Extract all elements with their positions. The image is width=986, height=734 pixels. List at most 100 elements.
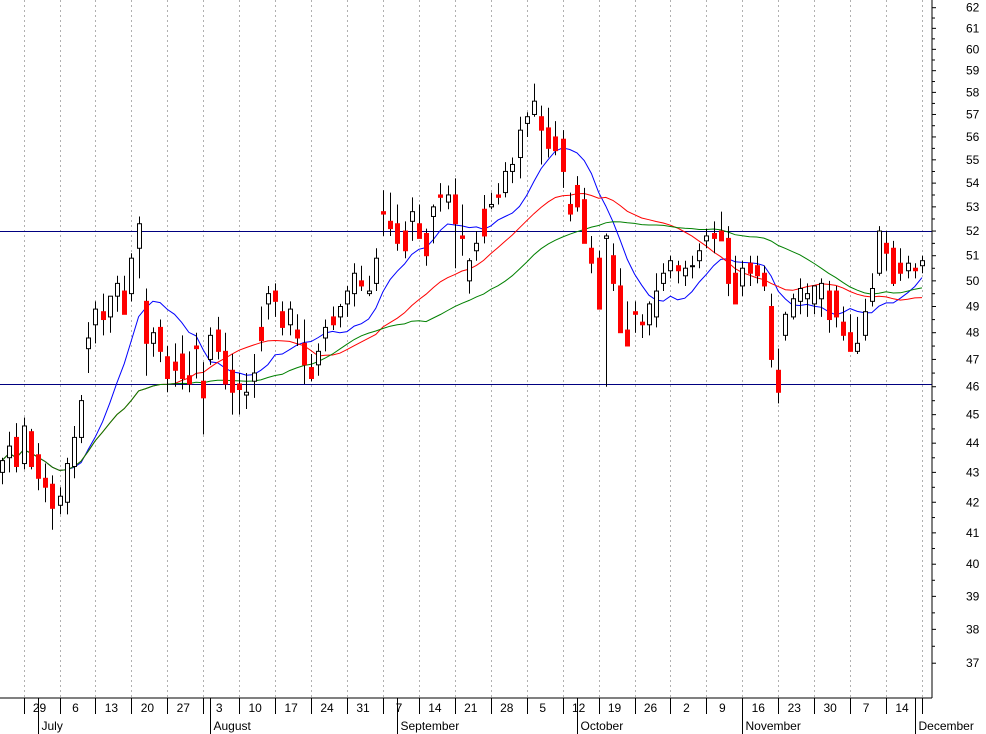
candle-body-down: [237, 383, 242, 390]
x-day-label: 19: [608, 701, 622, 715]
candle-body-down: [50, 483, 55, 509]
candle-body-down: [589, 247, 594, 264]
candle-body-down: [726, 237, 731, 284]
candle-body-up: [65, 463, 70, 503]
x-day-label: 21: [464, 701, 478, 715]
candle-body-down: [539, 116, 544, 131]
candle-body-up: [812, 285, 817, 305]
candle-body-down: [122, 290, 127, 315]
candle-body-up: [352, 272, 357, 295]
x-day-label: 9: [719, 701, 726, 715]
candle-body-up: [374, 257, 379, 284]
y-tick-label: 51: [966, 249, 980, 263]
candle-body-up: [316, 350, 321, 366]
x-day-label: 31: [356, 701, 370, 715]
candle-body-up: [690, 265, 695, 268]
candle-body-up: [93, 308, 98, 326]
x-month-label: December: [919, 719, 974, 733]
candle-body-down: [482, 208, 487, 237]
candle-body-down: [144, 300, 149, 344]
x-day-label: 2: [683, 701, 690, 715]
y-tick-label: 44: [966, 436, 980, 450]
candle-body-up: [244, 391, 249, 396]
candle-body-up: [518, 129, 523, 159]
candle-body-up: [647, 303, 652, 326]
candle-body-down: [834, 290, 839, 318]
y-tick-label: 58: [966, 85, 980, 99]
candle-body-down: [827, 290, 832, 321]
candle-body-down: [553, 136, 558, 152]
candle-body-up: [740, 267, 745, 287]
candle-body-down: [331, 316, 336, 326]
candle-body-up: [431, 206, 436, 217]
x-day-label: 17: [284, 701, 298, 715]
candle-body-up: [704, 235, 709, 242]
x-month-label: October: [581, 719, 624, 733]
y-tick-label: 59: [966, 64, 980, 78]
candle-body-down: [295, 329, 300, 339]
candle-body-down: [597, 257, 602, 310]
candle-body-up: [58, 495, 63, 506]
candle-body-up: [906, 262, 911, 272]
y-tick-label: 56: [966, 130, 980, 144]
candle-body-up: [72, 436, 77, 467]
y-tick-label: 48: [966, 326, 980, 340]
candle-body-up: [467, 260, 472, 282]
x-day-label: 10: [249, 701, 263, 715]
candle-body-down: [848, 332, 853, 352]
candle: [877, 226, 882, 276]
candle-body-down: [14, 436, 19, 467]
y-tick-label: 57: [966, 107, 980, 121]
candle-body-down: [618, 285, 623, 334]
candle-body-down: [568, 203, 573, 215]
x-day-label: 23: [788, 701, 802, 715]
candle-body-up: [474, 242, 479, 252]
candle-body-up: [855, 342, 860, 352]
candle-body-up: [323, 326, 328, 339]
candle-body-down: [158, 326, 163, 352]
candle-body-down: [776, 369, 781, 393]
x-day-label: 26: [644, 701, 658, 715]
candle-body-down: [381, 211, 386, 215]
candle-body-up: [863, 311, 868, 336]
y-axis: 62 61 60 59 58 57 56 55 54 53 52 51 50 49 48 47 46 45 44 43…: [932, 1, 980, 670]
x-month-label: November: [746, 719, 801, 733]
candle-body-down: [43, 477, 48, 488]
plot-background: [0, 0, 932, 698]
x-month-label: September: [401, 719, 460, 733]
candle-body-down: [633, 311, 638, 315]
candle-body-up: [345, 290, 350, 305]
x-day-label: 6: [72, 701, 79, 715]
candle-body-down: [625, 329, 630, 347]
x-day-label: 29: [33, 701, 47, 715]
x-day-label: 5: [539, 701, 546, 715]
candle-body-down: [223, 350, 228, 385]
candle-body-up: [819, 282, 824, 300]
x-day-label: 24: [320, 701, 334, 715]
y-tick-label: 52: [966, 224, 980, 238]
candle-body-down: [173, 361, 178, 371]
x-day-label: 14: [428, 701, 442, 715]
candle-body-down: [769, 306, 774, 360]
candle-body-up: [489, 203, 494, 208]
candle-body-down: [841, 321, 846, 336]
candle-body-down: [755, 265, 760, 277]
candle-body-up: [446, 194, 451, 203]
y-tick-label: 42: [966, 495, 980, 509]
candle-body-down: [395, 223, 400, 244]
candle-body-up: [604, 235, 609, 239]
y-tick-label: 50: [966, 274, 980, 288]
candle-body-down: [898, 262, 903, 274]
y-tick-label: 49: [966, 300, 980, 314]
candle-body-down: [201, 380, 206, 399]
x-day-label: 30: [824, 701, 838, 715]
candle-body-down: [230, 369, 235, 393]
x-day-label: 16: [752, 701, 766, 715]
candle-body-down: [884, 242, 889, 254]
candle-body-down: [712, 232, 717, 239]
candle-body-down: [194, 345, 199, 350]
candle-body-down: [582, 199, 587, 244]
candle-body-down: [561, 138, 566, 172]
candle-body-down: [891, 247, 896, 284]
x-month-label: July: [42, 719, 63, 733]
